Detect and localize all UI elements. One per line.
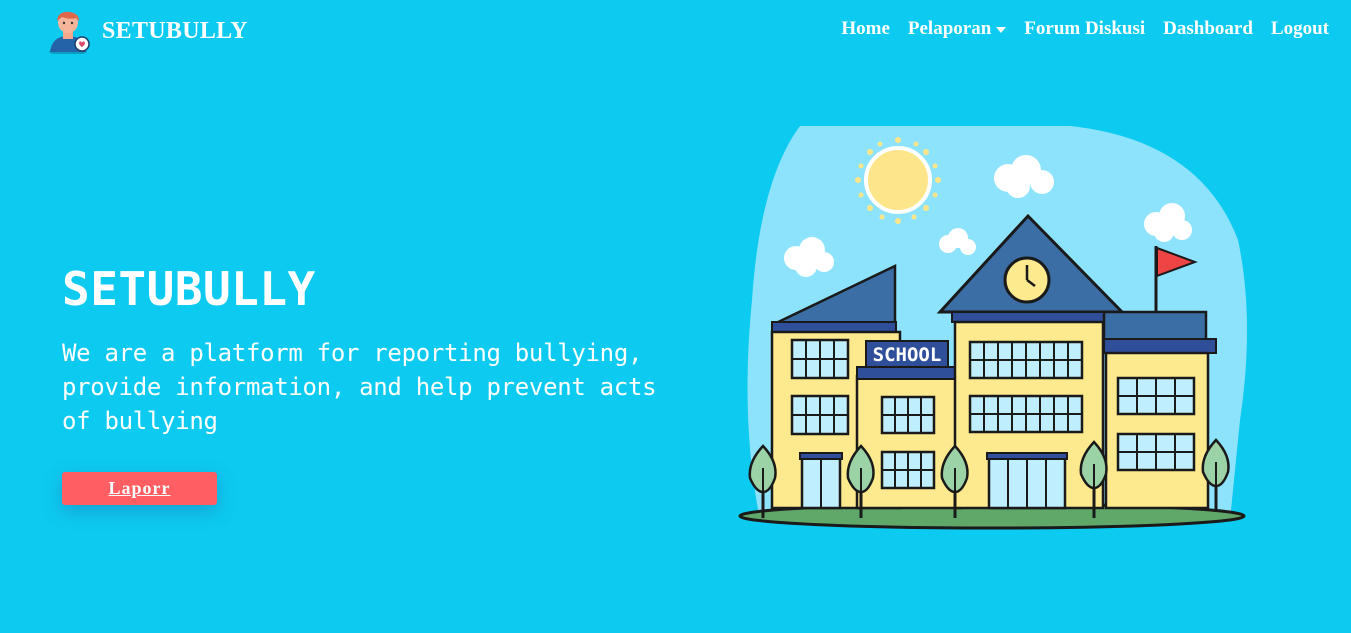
school-illustration-svg: SCHOOL — [738, 126, 1248, 530]
report-button[interactable]: Laporr — [62, 472, 217, 505]
hero-title: SETUBULLY — [62, 262, 316, 316]
user-avatar-logo-icon — [49, 11, 90, 54]
school-building-illustration: SCHOOL — [730, 120, 1255, 540]
brand-name: SETUBULLY — [102, 17, 248, 44]
nav-logout[interactable]: Logout — [1271, 18, 1329, 40]
nav-links: Home Pelaporan Forum Diskusi Dashboard L… — [823, 18, 1329, 40]
clock-icon — [1003, 256, 1051, 304]
nav-pelaporan-dropdown[interactable]: Pelaporan — [907, 18, 1007, 40]
nav-pelaporan-label: Pelaporan — [907, 18, 992, 39]
school-sign: SCHOOL — [873, 344, 942, 366]
nav-dashboard[interactable]: Dashboard — [1163, 18, 1253, 40]
brand-link[interactable]: SETUBULLY — [46, 8, 248, 54]
nav-forum-diskusi[interactable]: Forum Diskusi — [1024, 18, 1145, 40]
navbar: SETUBULLY Home Pelaporan Forum Diskusi D… — [0, 0, 1351, 60]
nav-home[interactable]: Home — [841, 18, 890, 40]
hero-description: We are a platform for reporting bullying… — [62, 339, 657, 435]
chevron-down-icon — [996, 27, 1007, 33]
